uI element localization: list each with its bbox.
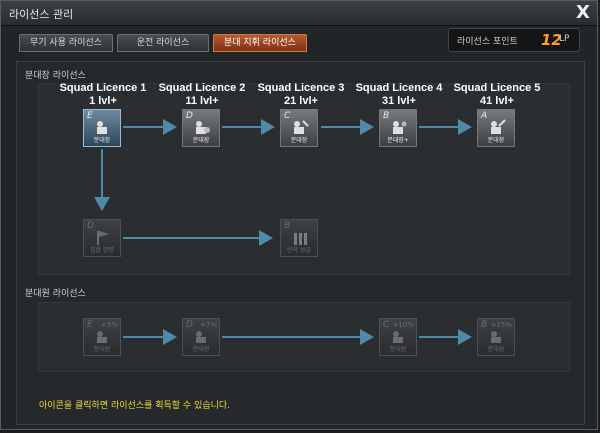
squad-leader-c-icon[interactable]: C 분대장 — [280, 109, 318, 147]
squad-member-d-icon[interactable]: D +7% 분대원 — [182, 318, 220, 356]
icon-caption: 분대원 — [93, 346, 111, 353]
grade-label: A — [481, 111, 488, 121]
rally-order-icon[interactable]: D 집합 명령 — [83, 219, 121, 257]
icon-caption: 분대장+ — [387, 137, 409, 144]
squad-member-b-icon[interactable]: B +15% 분대원 — [477, 318, 515, 356]
icon-caption: 탄약 보급 — [287, 247, 311, 254]
ammo-supply-icon[interactable]: B 탄약 보급 — [280, 219, 318, 257]
squad-member-e-icon[interactable]: E +5% 분대원 — [83, 318, 121, 356]
grade-label: D — [87, 221, 94, 231]
icon-caption: 분대원 — [192, 346, 210, 353]
squad-leader-b-icon[interactable]: B 분대장+ — [379, 109, 417, 147]
icon-caption: 분대원 — [487, 346, 505, 353]
squad-member-c-icon[interactable]: C +10% 분대원 — [379, 318, 417, 356]
license-window: 라이선스 관리 X 무기 사용 라이선스 운전 라이선스 분대 지휘 라이선스 … — [0, 0, 598, 430]
license-tree-arrows — [94, 119, 472, 345]
icon-caption: 분대장 — [192, 137, 210, 144]
icon-caption: 분대원 — [389, 346, 407, 353]
grade-label: B — [383, 111, 390, 121]
icon-caption: 집합 명령 — [90, 247, 114, 254]
grade-label: B — [481, 320, 488, 330]
icon-caption: 분대장 — [93, 137, 111, 144]
grade-label: E — [87, 320, 93, 330]
grade-label: C — [383, 320, 390, 330]
grade-label: C — [284, 111, 291, 121]
hint-text: 아이콘을 클릭하면 라이선스를 획득할 수 있습니다. — [39, 401, 231, 411]
grade-label: B — [284, 221, 291, 231]
grade-label: E — [87, 111, 93, 121]
icon-caption: 분대장 — [487, 137, 505, 144]
squad-leader-a-icon[interactable]: A 분대장 — [477, 109, 515, 147]
icon-caption: 분대장 — [290, 137, 308, 144]
squad-leader-e-icon[interactable]: E 분대장 — [83, 109, 121, 147]
squad-leader-d-icon[interactable]: D 분대장 — [182, 109, 220, 147]
grade-label: D — [186, 320, 193, 330]
grade-label: D — [186, 111, 193, 121]
